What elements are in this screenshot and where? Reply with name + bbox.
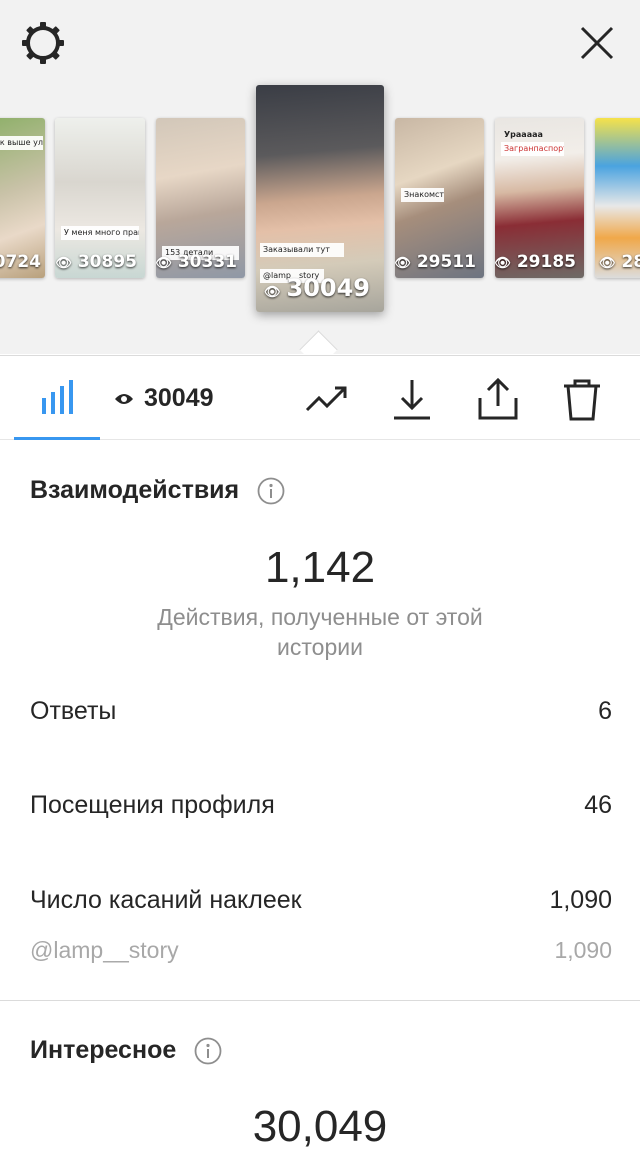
story-toolbar: 30049 bbox=[0, 355, 640, 440]
story-views: 👁 30049 bbox=[263, 274, 370, 302]
story-thumbnail[interactable]: 153 детали 👁 30331 bbox=[156, 118, 245, 278]
story-caption: Знакомство bbox=[401, 188, 444, 202]
stat-row-sticker-taps: Число касаний наклеек 1,090 bbox=[30, 886, 612, 915]
story-thumbnail[interactable]: У меня много правильно: 👁30895 bbox=[55, 118, 145, 278]
share-icon[interactable] bbox=[476, 378, 520, 422]
stat-sublabel: @lamp__story bbox=[30, 937, 179, 963]
discovery-title-text: Интересное bbox=[30, 1036, 177, 1064]
stat-value: 1,090 bbox=[549, 886, 612, 914]
insights-tab[interactable] bbox=[14, 356, 100, 440]
stat-row-replies: Ответы 6 bbox=[30, 697, 612, 726]
stat-row-profile-visits: Посещения профиля 46 bbox=[30, 791, 612, 820]
discovery-title: Интересное bbox=[30, 1036, 222, 1065]
info-icon[interactable] bbox=[257, 477, 285, 505]
story-caption: Загранпаспорта bbox=[501, 142, 564, 156]
stat-subvalue: 1,090 bbox=[554, 937, 612, 963]
story-thumbnail[interactable]: ок выше улицы 0724 bbox=[0, 118, 45, 278]
interactions-total: 1,142 bbox=[264, 543, 376, 592]
active-tab-underline bbox=[14, 437, 100, 440]
stat-label: Число касаний наклеек bbox=[30, 886, 302, 914]
gear-icon[interactable] bbox=[20, 20, 66, 66]
story-views: 👁 30895 bbox=[55, 252, 137, 272]
story-thumbnail[interactable]: Урааааа Загранпаспорта 👁29185 bbox=[495, 118, 584, 278]
download-icon[interactable] bbox=[390, 378, 434, 422]
section-divider bbox=[0, 1000, 640, 1001]
trash-icon[interactable] bbox=[560, 378, 604, 422]
story-thumbnail-selected[interactable]: Заказывали тут @lamp__story 👁 30049 bbox=[256, 85, 384, 312]
trend-icon[interactable] bbox=[305, 378, 349, 422]
eye-icon bbox=[115, 393, 133, 404]
story-caption: Урааааа bbox=[504, 130, 543, 139]
stat-subrow-mention[interactable]: @lamp__story 1,090 bbox=[30, 937, 612, 964]
interactions-total-description: Действия, полученные от этой истории bbox=[157, 604, 483, 660]
stat-value: 46 bbox=[584, 791, 612, 819]
bar-chart-icon bbox=[42, 380, 73, 414]
story-caption: ок выше улицы bbox=[0, 136, 43, 150]
interactions-title-text: Взаимодействия bbox=[30, 476, 240, 504]
story-carousel-area: ок выше улицы 0724 У меня много правильн… bbox=[0, 0, 640, 369]
stat-label: Ответы bbox=[30, 697, 117, 725]
close-icon[interactable] bbox=[576, 22, 618, 64]
view-count[interactable]: 30049 bbox=[114, 384, 214, 413]
info-icon[interactable] bbox=[194, 1037, 222, 1065]
story-views: 👁 29185 bbox=[495, 252, 576, 272]
story-caption: Заказывали тут bbox=[260, 243, 344, 257]
view-count-value: 30049 bbox=[144, 384, 214, 412]
story-thumbnail[interactable]: Знакомство 👁29511 bbox=[395, 118, 484, 278]
interactions-title: Взаимодействия bbox=[30, 476, 285, 505]
stat-label: Посещения профиля bbox=[30, 791, 275, 819]
stat-value: 6 bbox=[598, 697, 612, 725]
story-views: 👁 29511 bbox=[395, 252, 476, 272]
story-views: 👁 28 bbox=[599, 252, 640, 272]
story-views: 0724 bbox=[0, 252, 41, 272]
story-caption: У меня много правильно: bbox=[61, 226, 139, 240]
story-thumbnail[interactable]: 👁 28 bbox=[595, 118, 640, 278]
story-views: 👁 30331 bbox=[156, 252, 237, 272]
discovery-total: 30,049 bbox=[252, 1102, 388, 1151]
